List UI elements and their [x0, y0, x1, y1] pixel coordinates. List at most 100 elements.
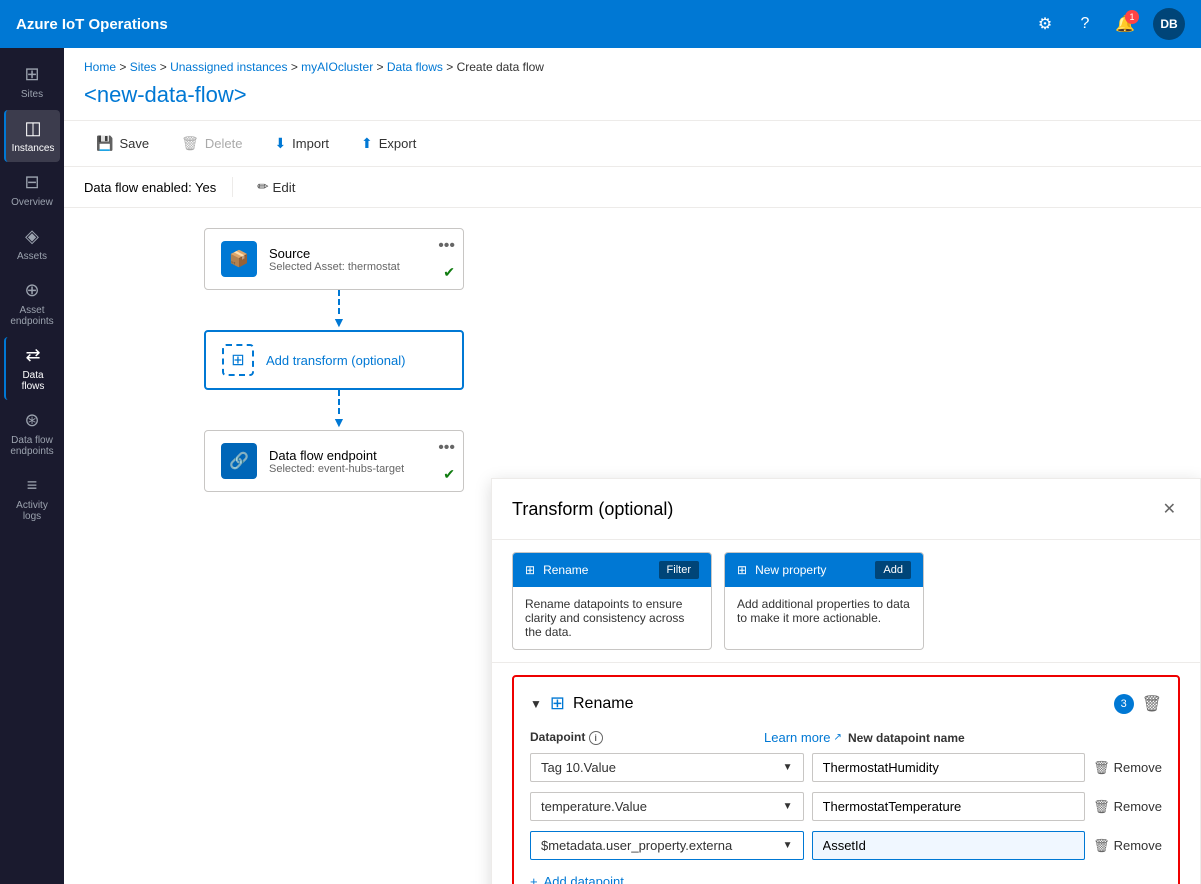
learn-more-icon: ↗: [833, 732, 841, 743]
help-icon[interactable]: ?: [1073, 12, 1097, 36]
dp-select-2[interactable]: temperature.Value ▼: [530, 792, 804, 821]
destination-title: Data flow endpoint: [269, 448, 447, 463]
dp-select-3-chevron: ▼: [783, 840, 793, 851]
dp-select-1-text: Tag 10.Value: [541, 760, 616, 775]
modal-close-button[interactable]: ✕: [1159, 495, 1180, 523]
sidebar-item-data-flow-endpoints[interactable]: ⊛ Data flow endpoints: [4, 402, 60, 465]
content-area: Home > Sites > Unassigned instances > my…: [64, 48, 1201, 884]
transform-node[interactable]: ⊞ Add transform (optional): [204, 330, 464, 390]
breadcrumb-cluster[interactable]: myAIOcluster: [301, 60, 373, 74]
breadcrumb-unassigned[interactable]: Unassigned instances: [170, 60, 287, 74]
remove-icon-3: 🗑: [1093, 838, 1110, 854]
rename-section-title: Rename: [573, 695, 1106, 713]
datapoint-row-1: Tag 10.Value ▼ 🗑 Remove: [530, 753, 1162, 782]
learn-more-text: Learn more: [764, 730, 830, 745]
rename-section-icon: ⊞: [550, 693, 565, 714]
datapoint-row-3: $metadata.user_property.externa ▼ 🗑 Remo…: [530, 831, 1162, 860]
dp-input-1[interactable]: [812, 753, 1086, 782]
sidebar-item-label: Assets: [17, 251, 47, 262]
overview-icon: ⊟: [24, 172, 39, 193]
save-label: Save: [119, 136, 149, 151]
sidebar-item-label: Activity logs: [8, 500, 56, 522]
source-check-icon: ✔: [443, 264, 455, 281]
add-datapoint-button[interactable]: + Add datapoint: [530, 870, 624, 884]
edit-button[interactable]: ✏ Edit: [249, 177, 303, 197]
edit-label: Edit: [272, 180, 295, 195]
sidebar-item-activity-logs[interactable]: ≡ Activity logs: [4, 467, 60, 530]
learn-more-link[interactable]: Learn more ↗: [764, 730, 842, 745]
sidebar-item-instances[interactable]: ◫ Instances: [4, 110, 60, 162]
datapoint-info-icon[interactable]: i: [589, 731, 603, 745]
remove-label-3: Remove: [1114, 838, 1162, 853]
delete-button[interactable]: 🗑 Delete: [169, 129, 254, 158]
rename-card-filter-button[interactable]: Filter: [659, 561, 699, 579]
sidebar-item-label: Overview: [11, 197, 53, 208]
dp-select-1-chevron: ▼: [783, 762, 793, 773]
export-button[interactable]: ⬆ Export: [349, 129, 428, 158]
dp-input-2[interactable]: [812, 792, 1086, 821]
activity-logs-icon: ≡: [27, 475, 38, 496]
edit-icon: ✏: [257, 179, 268, 195]
connector-arrow-1: ▼: [332, 314, 346, 330]
source-node[interactable]: 📦 Source Selected Asset: thermostat ••• …: [204, 228, 464, 290]
sidebar-item-sites[interactable]: ⊞ Sites: [4, 56, 60, 108]
add-dp-plus-icon: +: [530, 874, 538, 884]
export-icon: ⬆: [361, 135, 373, 152]
remove-button-3[interactable]: 🗑 Remove: [1093, 838, 1162, 854]
notification-icon[interactable]: 🔔 1: [1113, 12, 1137, 36]
new-property-card-add-button[interactable]: Add: [875, 561, 911, 579]
import-button[interactable]: ⬇ Import: [262, 129, 341, 158]
destination-text: Data flow endpoint Selected: event-hubs-…: [269, 448, 447, 475]
modal-header: Transform (optional) ✕: [492, 479, 1200, 540]
export-label: Export: [379, 136, 417, 151]
transform-card-rename-header: ⊞ Rename Filter: [513, 553, 711, 587]
rename-badge: 3: [1114, 694, 1134, 714]
source-text: Source Selected Asset: thermostat: [269, 246, 447, 273]
settings-icon[interactable]: ⚙: [1033, 12, 1057, 36]
data-flow-endpoints-icon: ⊛: [24, 410, 39, 431]
breadcrumb: Home > Sites > Unassigned instances > my…: [64, 48, 1201, 78]
status-bar: Data flow enabled: Yes ✏ Edit: [64, 167, 1201, 208]
rename-card-body: Rename datapoints to ensure clarity and …: [513, 587, 711, 649]
new-property-card-icon: ⊞: [737, 563, 747, 577]
flow-connector-2: ▼: [332, 390, 346, 430]
destination-node[interactable]: 🔗 Data flow endpoint Selected: event-hub…: [204, 430, 464, 492]
source-menu-icon[interactable]: •••: [438, 237, 455, 255]
sidebar-item-data-flows[interactable]: ⇄ Data flows: [4, 337, 60, 400]
sidebar-item-overview[interactable]: ⊟ Overview: [4, 164, 60, 216]
rename-delete-icon[interactable]: 🗑: [1142, 694, 1162, 714]
transform-card-new-property: ⊞ New property Add Add additional proper…: [724, 552, 924, 650]
connector-line-2: [338, 390, 340, 414]
rename-chevron-icon[interactable]: ▼: [530, 697, 542, 711]
remove-button-2[interactable]: 🗑 Remove: [1093, 799, 1162, 815]
save-button[interactable]: 💾 Save: [84, 129, 161, 158]
modal-scroll[interactable]: ⊞ Rename Filter Rename datapoints to ens…: [492, 540, 1200, 884]
data-flows-icon: ⇄: [25, 345, 40, 366]
datapoint-label-text: Datapoint: [530, 730, 585, 744]
avatar[interactable]: DB: [1153, 8, 1185, 40]
sidebar-item-assets[interactable]: ◈ Assets: [4, 218, 60, 270]
breadcrumb-sites[interactable]: Sites: [130, 60, 157, 74]
delete-icon: 🗑: [181, 135, 199, 152]
breadcrumb-home[interactable]: Home: [84, 60, 116, 74]
remove-label-2: Remove: [1114, 799, 1162, 814]
dp-select-1[interactable]: Tag 10.Value ▼: [530, 753, 804, 782]
remove-icon-1: 🗑: [1093, 760, 1110, 776]
sidebar-item-asset-endpoints[interactable]: ⊕ Asset endpoints: [4, 272, 60, 335]
dp-select-2-text: temperature.Value: [541, 799, 647, 814]
dp-select-3[interactable]: $metadata.user_property.externa ▼: [530, 831, 804, 860]
breadcrumb-create: Create data flow: [457, 60, 544, 74]
breadcrumb-dataflows[interactable]: Data flows: [387, 60, 443, 74]
asset-endpoints-icon: ⊕: [24, 280, 39, 301]
instances-icon: ◫: [24, 118, 41, 139]
flow-connector-1: ▼: [332, 290, 346, 330]
sidebar-item-label: Data flows: [10, 370, 56, 392]
save-icon: 💾: [96, 135, 113, 152]
dp-input-3[interactable]: [812, 831, 1086, 860]
destination-menu-icon[interactable]: •••: [438, 439, 455, 457]
source-title: Source: [269, 246, 447, 261]
import-icon: ⬇: [274, 135, 286, 152]
sidebar-item-label: Asset endpoints: [8, 305, 56, 327]
transform-icon: ⊞: [222, 344, 254, 376]
remove-button-1[interactable]: 🗑 Remove: [1093, 760, 1162, 776]
